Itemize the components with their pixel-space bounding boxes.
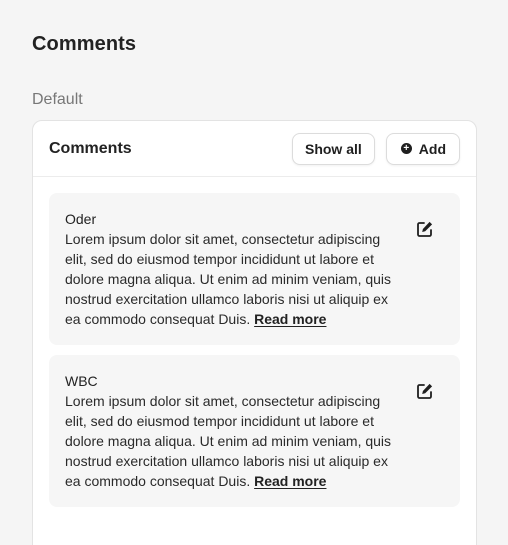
edit-comment-button[interactable]: [416, 382, 434, 400]
edit-icon: [417, 383, 433, 399]
comment-body: Lorem ipsum dolor sit amet, consectetur …: [65, 231, 392, 327]
page-title: Comments: [32, 33, 137, 55]
page: Comments Default Comments Show all + Add…: [0, 0, 508, 545]
plus-circle-icon: +: [400, 143, 412, 154]
comment-card: Oder Lorem ipsum dolor sit amet, consect…: [49, 193, 460, 345]
section-label: Default: [32, 91, 83, 108]
comment-text: Lorem ipsum dolor sit amet, consectetur …: [65, 229, 395, 329]
panel-title: Comments: [49, 139, 132, 157]
comment-text: Lorem ipsum dolor sit amet, consectetur …: [65, 391, 395, 491]
comment-author: Oder: [65, 211, 97, 227]
comments-list: Oder Lorem ipsum dolor sit amet, consect…: [33, 177, 476, 507]
panel-header: Comments Show all + Add: [33, 121, 476, 177]
show-all-button[interactable]: Show all: [291, 132, 375, 165]
comments-panel: Comments Show all + Add Oder Lorem ipsum…: [32, 120, 477, 545]
comment-card: WBC Lorem ipsum dolor sit amet, consecte…: [49, 355, 460, 507]
edit-comment-button[interactable]: [416, 220, 434, 238]
comment-author: WBC: [65, 373, 98, 389]
add-comment-button[interactable]: + Add: [385, 132, 460, 165]
edit-icon: [417, 221, 433, 237]
add-button-label: Add: [418, 140, 446, 157]
read-more-link[interactable]: Read more: [254, 311, 326, 327]
read-more-link[interactable]: Read more: [254, 473, 326, 489]
comment-body: Lorem ipsum dolor sit amet, consectetur …: [65, 393, 392, 489]
